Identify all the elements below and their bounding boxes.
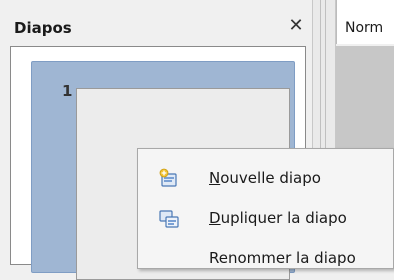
slide-number: 1 bbox=[62, 82, 73, 100]
context-menu: Nouvelle diapo Dupliquer la diapo Renomm… bbox=[137, 148, 394, 269]
menu-item-label: Dupliquer la diapo bbox=[209, 209, 347, 227]
tab-normal[interactable]: Norm bbox=[336, 0, 394, 44]
slides-panel-header: Diapos ✕ bbox=[0, 0, 312, 46]
menu-item-duplicate-slide[interactable]: Dupliquer la diapo bbox=[138, 201, 393, 237]
panel-title: Diapos bbox=[14, 19, 72, 37]
close-icon[interactable]: ✕ bbox=[286, 16, 306, 36]
duplicate-slide-icon bbox=[158, 208, 180, 230]
menu-item-new-slide[interactable]: Nouvelle diapo bbox=[138, 161, 393, 197]
menu-item-rename-slide[interactable]: Renommer la diapo bbox=[138, 241, 393, 268]
tab-label: Norm bbox=[345, 20, 384, 36]
menu-item-label: Nouvelle diapo bbox=[209, 169, 321, 187]
menu-item-label: Renommer la diapo bbox=[209, 249, 356, 267]
new-slide-icon bbox=[158, 168, 180, 190]
